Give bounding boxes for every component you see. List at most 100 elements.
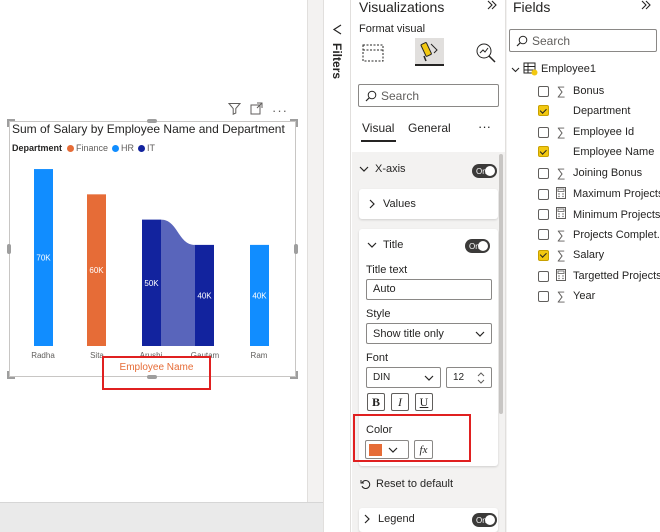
style-value: Show title only [373,327,444,340]
chevron-down-icon [475,331,485,337]
format-visual-button[interactable] [415,38,444,66]
field-checkbox[interactable] [538,167,549,179]
field-checkbox[interactable] [538,126,549,138]
reset-to-default-button[interactable]: Reset to default [360,478,453,490]
font-label: Font [366,352,389,364]
title-toggle[interactable]: On [465,239,490,253]
data-label: 50K [144,279,159,288]
paint-roller-icon [420,42,438,62]
format-visual-label: Format visual [359,23,426,35]
x-tick-label: Ram [251,351,268,360]
filters-pane-collapsed[interactable] [323,0,351,532]
toggle-knob [485,515,495,525]
field-checkbox[interactable] [538,270,549,282]
build-visual-button[interactable] [359,40,387,66]
font-family-dropdown[interactable]: DIN [366,367,441,388]
field-checkbox[interactable] [538,188,549,200]
field-checkbox[interactable] [538,85,549,97]
style-dropdown[interactable]: Show title only [366,323,492,344]
field-item[interactable]: Maximum Projects [538,186,660,202]
legend-label: Legend [378,513,415,525]
title-label: Title [383,239,404,251]
data-label: 60K [89,266,104,275]
field-checkbox[interactable] [538,105,549,116]
font-family-value: DIN [373,372,391,383]
field-checkbox[interactable] [538,249,549,261]
field-item[interactable]: Minimum Projects [538,207,660,222]
field-label: Department [573,104,631,117]
table-icon [523,62,538,76]
collapse-fields-icon[interactable] [640,0,652,14]
field-item[interactable]: ∑ Bonus [538,84,604,98]
italic-button[interactable]: I [391,393,409,411]
calculator-icon [555,186,567,202]
search-icon [516,35,528,46]
data-label: 70K [36,254,51,263]
filters-label[interactable]: Filters [330,43,344,79]
analytics-icon [476,43,496,63]
field-label: Targetted Projects [573,270,660,282]
x-axis-title-highlight [102,356,211,390]
field-label: Salary [573,249,605,261]
search-icon [365,90,377,101]
field-checkbox[interactable] [538,290,549,302]
table-name: Employee1 [541,63,597,75]
bold-button[interactable]: B [367,393,385,411]
underline-button[interactable]: U [415,393,433,411]
values-section-header[interactable]: Values [367,198,416,210]
search-placeholder: Search [381,88,420,103]
chevron-right-icon [364,514,370,524]
calculator-icon [555,207,567,222]
field-label: Employee Id [573,126,635,138]
collapse-visualizations-icon[interactable] [486,0,498,14]
format-scrollbar[interactable] [499,154,503,414]
legend-toggle[interactable]: On [472,513,497,527]
x-axis-section-header[interactable]: X-axis [359,163,406,175]
calculator-icon [555,268,567,284]
x-tick-label: Radha [31,351,55,360]
field-label: Joining Bonus [573,167,643,179]
chevron-down-icon [359,166,369,172]
fields-search-input[interactable]: Search [509,29,657,52]
tab-general[interactable]: General [408,121,451,135]
field-item[interactable]: ∑ Employee Id [538,125,634,139]
field-item[interactable]: Targetted Projects [538,268,660,284]
field-item[interactable]: ∑ Projects Complet... [538,228,660,242]
field-item[interactable]: ∑ Joining Bonus [538,166,642,180]
field-label: Minimum Projects [573,208,660,221]
field-checkbox[interactable] [538,209,549,220]
field-checkbox[interactable] [538,146,549,157]
reset-label: Reset to default [376,478,454,490]
style-label: Style [366,308,391,320]
toggle-knob [485,166,495,176]
field-item[interactable]: Department [538,105,630,117]
more-options-icon[interactable]: ··· [478,119,491,134]
field-item[interactable]: ∑ Year [538,289,595,303]
font-size-value: 12 [453,372,465,383]
title-section-header[interactable]: Title [367,239,403,251]
legend-section-header[interactable]: Legend [362,513,415,525]
sigma-icon: ∑ [556,227,566,242]
expand-filters-icon[interactable] [332,24,343,38]
stepper-arrows-icon[interactable] [477,371,485,385]
analytics-button[interactable] [472,40,500,66]
sigma-icon: ∑ [556,289,566,303]
fields-title: Fields [513,0,551,15]
font-size-stepper[interactable]: 12 [446,367,492,388]
data-label: 40K [252,291,267,300]
table-employee1[interactable]: Employee1 [511,62,596,76]
field-label: Projects Complet... [573,228,660,241]
chevron-down-icon [511,67,520,72]
field-item[interactable]: Employee Name [538,146,654,158]
title-text-input[interactable]: Auto [366,279,492,300]
x-axis-toggle[interactable]: On [472,164,497,178]
format-search-input[interactable]: Search [358,84,499,107]
values-label: Values [383,198,416,210]
field-item[interactable]: ∑ Salary [538,248,604,262]
data-label: 40K [197,291,212,300]
field-label: Employee Name [573,145,655,158]
tab-visual[interactable]: Visual [362,121,394,135]
field-checkbox[interactable] [538,229,549,240]
chevron-down-icon [424,375,434,381]
title-text-label: Title text [366,264,408,276]
